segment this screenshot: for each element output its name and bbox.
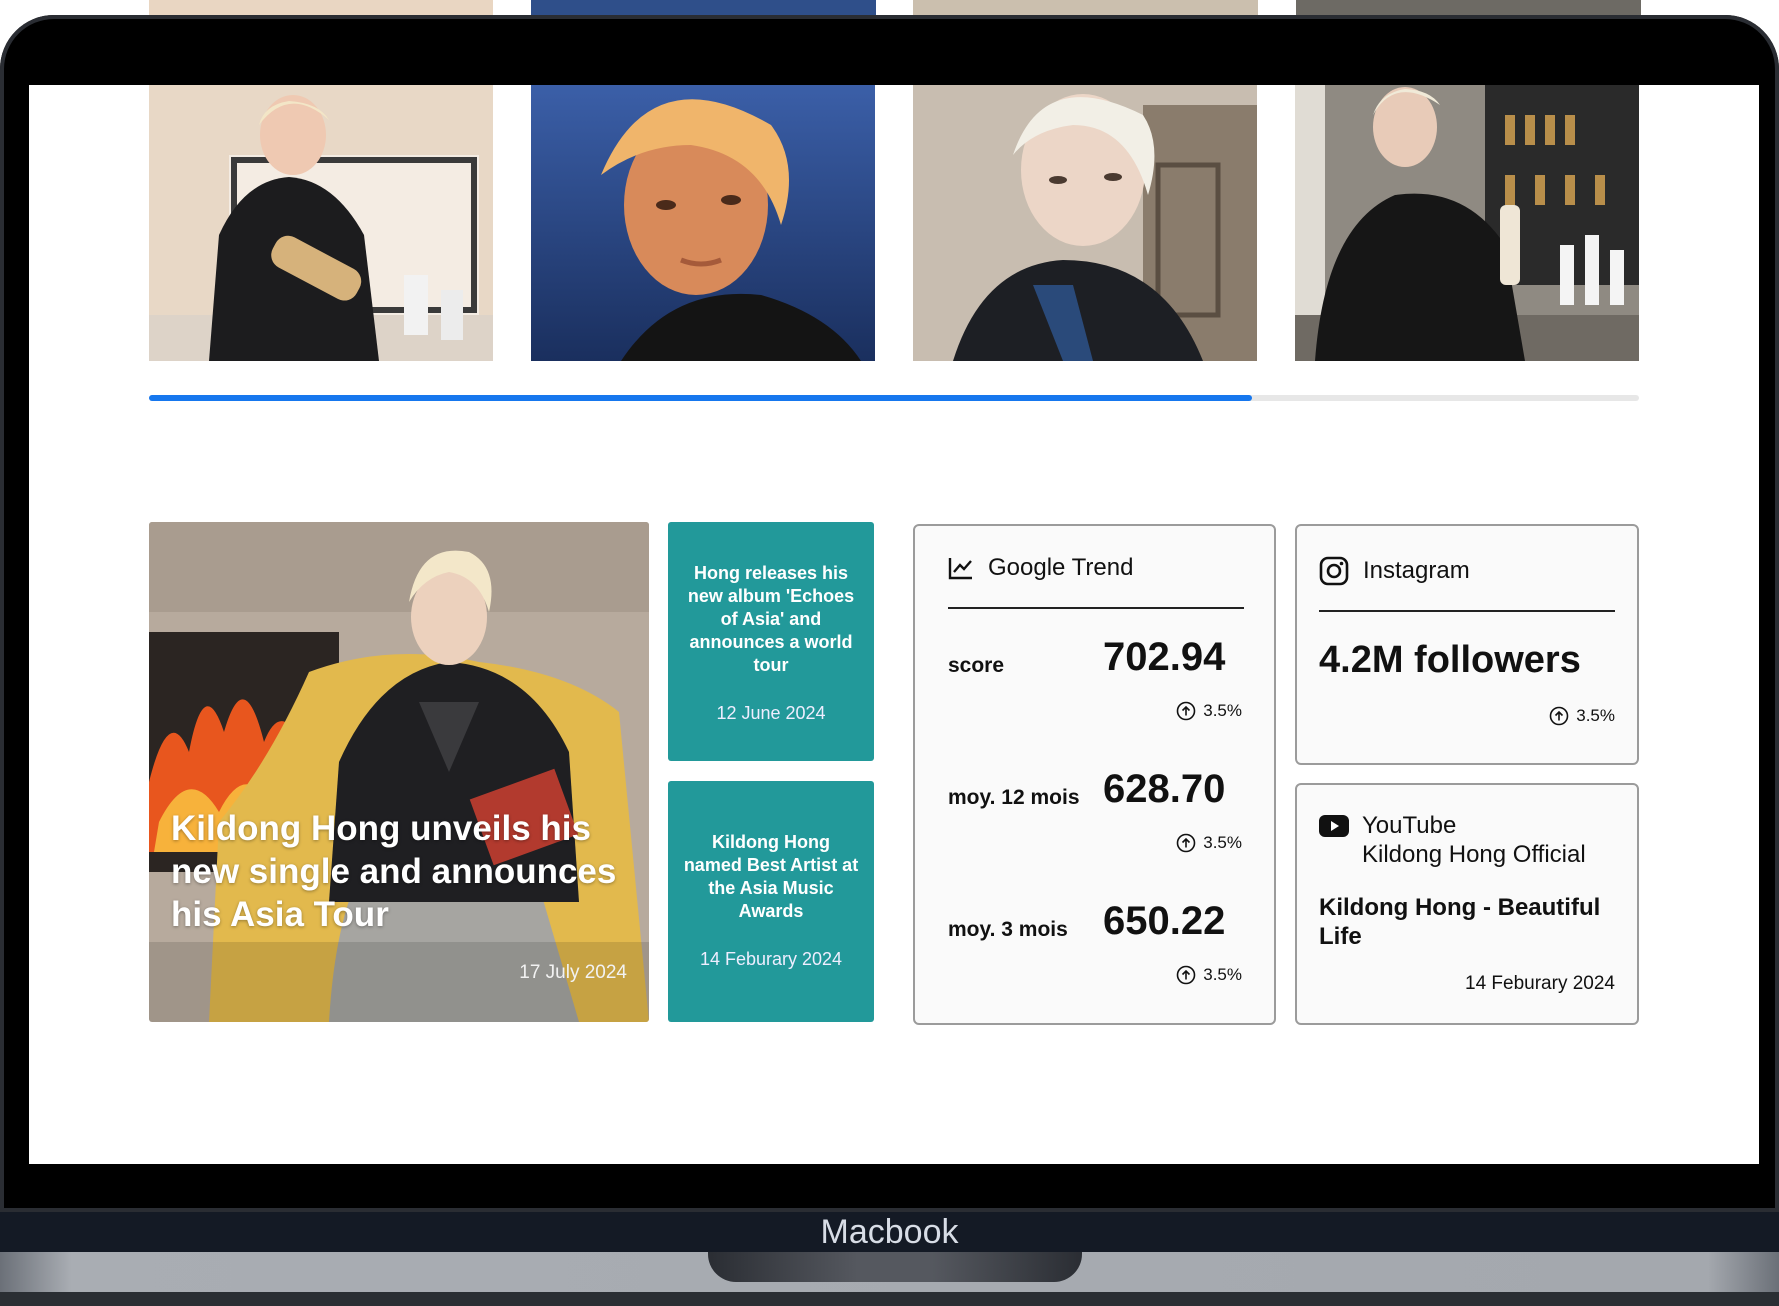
instagram-card[interactable]: Instagram 4.2M followers 3.5% [1295,524,1639,765]
feature-story-title: Kildong Hong unveils his new single and … [171,809,617,934]
metric-change-score: 3.5% [1176,701,1242,721]
instagram-followers: 4.2M followers [1319,639,1581,681]
gallery-photo-cafe[interactable] [913,85,1257,361]
metric-change-text: 3.5% [1203,833,1242,852]
metric-label-3m: moy. 3 mois [948,918,1068,941]
line-chart-icon [948,558,972,580]
metric-change-text: 3.5% [1203,965,1242,984]
metric-value-12m: 628.70 [1103,767,1226,811]
feature-story-card[interactable]: Kildong Hong unveils his new single and … [149,522,649,1022]
feature-story-date: 17 July 2024 [519,962,627,983]
peek-image-4 [1296,0,1641,16]
news-card-1[interactable]: Hong releases his new album 'Echoes of A… [668,522,874,761]
metric-change-3m: 3.5% [1176,965,1242,985]
peek-image-1 [149,0,493,16]
news-card-date: 12 June 2024 [716,703,826,723]
news-card-date: 14 Feburary 2024 [699,949,843,969]
gallery-scroll-thumb[interactable] [149,395,1252,401]
arrow-up-circle-icon [1176,833,1196,853]
metric-label-score: score [948,654,1005,677]
arrow-up-circle-icon [1176,701,1196,721]
laptop-notch [708,1252,1082,1282]
metric-value-3m: 650.22 [1103,899,1226,943]
youtube-label: YouTube [1362,812,1457,839]
instagram-label: Instagram [1363,557,1470,584]
arrow-up-circle-icon [1549,706,1569,726]
news-card-title: Hong releases his new album 'Echoes of A… [687,563,855,675]
youtube-video-date: 14 Feburary 2024 [1465,973,1615,994]
youtube-video-title[interactable]: Kildong Hong - Beautiful Life [1319,893,1619,951]
metric-change-text: 3.5% [1203,701,1242,720]
metric-value-score: 702.94 [1103,635,1226,679]
divider [948,607,1244,609]
google-trend-header: Google Trend [948,554,1278,582]
laptop-base-edge [0,1292,1779,1306]
divider [1319,610,1615,612]
metric-label-12m: moy. 12 mois [948,786,1080,809]
peek-image-2 [531,0,876,16]
gallery-photo-bottle[interactable] [149,85,493,361]
instagram-change: 3.5% [1549,706,1615,726]
laptop-screen: Kildong Hong unveils his new single and … [29,85,1759,1164]
news-card-2[interactable]: Kildong Hong named Best Artist at the As… [668,781,874,1022]
feature-story-image [149,522,649,1022]
news-card-title: Kildong Hong named Best Artist at the As… [683,832,859,921]
metric-change-12m: 3.5% [1176,833,1242,853]
youtube-card[interactable]: YouTube Kildong Hong Official Kildong Ho… [1295,783,1639,1025]
laptop-brand-label: Macbook [820,1213,959,1251]
google-trend-card[interactable]: Google Trend score 702.94 3.5% moy. 12 m… [913,524,1276,1025]
instagram-icon [1319,556,1349,586]
instagram-header: Instagram [1319,556,1470,586]
gallery-photo-portrait-blue[interactable] [531,85,875,361]
peek-image-3 [913,0,1258,16]
youtube-icon [1319,815,1349,837]
gallery-photo-bar[interactable] [1295,85,1639,361]
arrow-up-circle-icon [1176,965,1196,985]
instagram-change-text: 3.5% [1576,706,1615,725]
youtube-channel[interactable]: Kildong Hong Official [1362,841,1586,869]
google-trend-label: Google Trend [988,554,1134,581]
gallery-scroll-track[interactable] [149,395,1639,401]
